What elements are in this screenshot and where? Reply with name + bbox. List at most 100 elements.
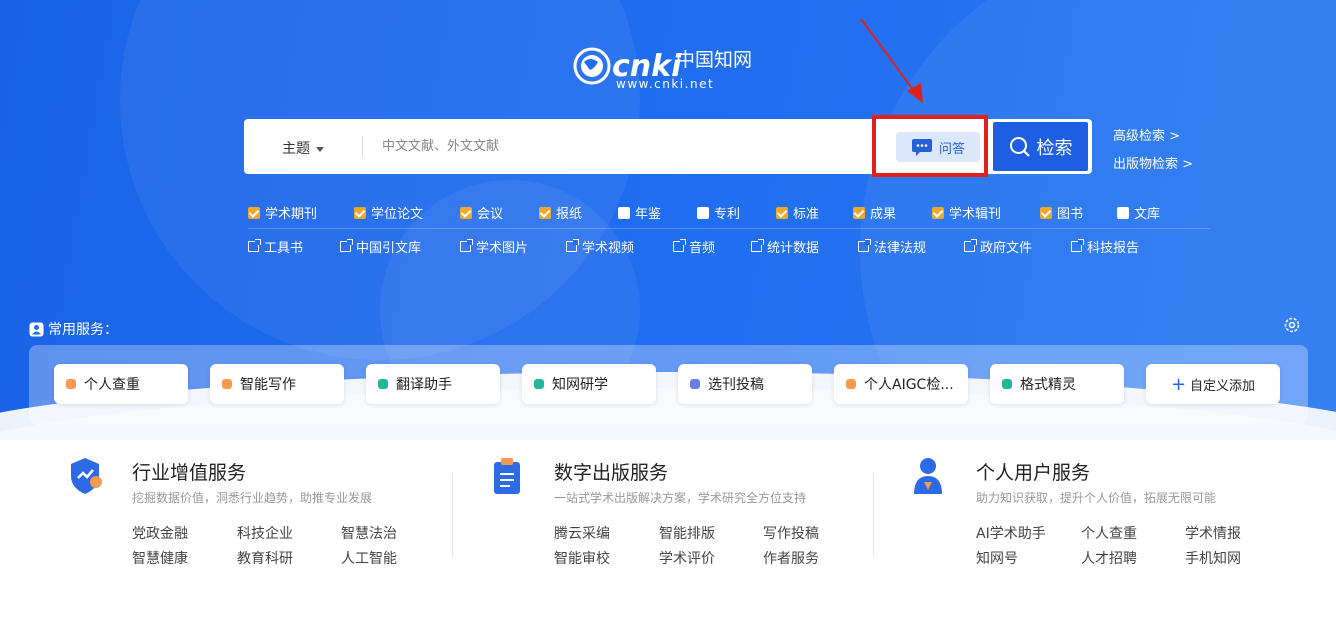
checkbox-icon [1117,206,1129,219]
db-checkbox[interactable]: 报纸 [539,203,618,222]
external-link-icon [751,239,764,252]
qa-button[interactable]: 问答 [896,132,980,162]
db-checkbox[interactable]: 图书 [1040,203,1117,222]
field-selector-label: 主题 [282,141,310,157]
resource-link[interactable]: 科技报告 [1071,237,1171,256]
divider [248,228,1210,229]
external-link-icon [566,239,579,252]
service-icon [1002,379,1012,389]
checkbox-icon [776,206,788,219]
section-link[interactable]: 学术情报 [1185,523,1241,543]
section-subtitle: 助力知识获取，提升个人价值，拓展无限可能 [976,491,1217,505]
section-link[interactable]: 学术评价 [659,548,715,568]
section-link[interactable]: 写作投稿 [763,523,819,543]
resource-link[interactable]: 中国引文库 [340,237,460,256]
checkbox-icon [697,206,709,219]
service-icon [690,379,700,389]
service-icon [222,379,232,389]
svg-text:www.cnki.net: www.cnki.net [616,77,714,91]
db-checkbox[interactable]: 成果 [853,203,932,222]
external-link-icon [858,239,871,252]
svg-text:中国知网: 中国知网 [676,49,752,71]
section-link[interactable]: 腾云采编 [554,523,610,543]
document-icon [494,458,520,494]
resource-link[interactable]: 学术图片 [460,237,566,256]
annotation-arrow-icon [860,18,923,103]
service-icon [378,379,388,389]
section-title: 行业增值服务 [132,462,247,484]
resource-link[interactable]: 统计数据 [751,237,858,256]
section-link[interactable]: 智慧健康 [132,548,188,568]
db-checkbox[interactable]: 会议 [460,203,539,222]
service-icon [66,379,76,389]
service-card[interactable]: 格式精灵 [990,364,1124,404]
checkbox-icon [932,206,944,219]
section-title: 个人用户服务 [976,462,1091,484]
external-link-icon [1071,239,1084,252]
qa-label: 问答 [938,141,965,157]
chat-bubble-icon [911,139,932,156]
plus-icon: + [1170,373,1187,395]
advanced-search-link[interactable]: 高级检索 > [1113,125,1180,144]
search-input[interactable] [382,127,852,165]
section-link[interactable]: 智能排版 [659,523,715,543]
shield-chart-icon [71,458,102,494]
resource-link[interactable]: 法律法规 [858,237,964,256]
section-subtitle: 挖掘数据价值，洞悉行业趋势，助推专业发展 [132,491,373,505]
resource-link[interactable]: 工具书 [248,237,340,256]
chevron-down-icon [316,146,324,152]
common-services-title: 常用服务： [29,319,118,339]
db-checkbox[interactable]: 学术期刊 [248,203,354,222]
divider [362,136,363,158]
section-link[interactable]: 知网号 [976,548,1018,568]
search-bar: 主题 问答 检索 [244,115,1092,177]
section-link[interactable]: 人工智能 [341,548,397,568]
section-link[interactable]: 人才招聘 [1081,548,1137,568]
service-card[interactable]: 个人查重 [54,364,188,404]
section-link[interactable]: 智能审校 [554,548,610,568]
db-checkbox[interactable]: 学位论文 [354,203,460,222]
checkbox-icon [539,206,551,219]
service-card[interactable]: 智能写作 [210,364,344,404]
service-card[interactable]: 个人AIGC检... [834,364,968,404]
resource-link[interactable]: 政府文件 [964,237,1071,256]
field-selector[interactable]: 主题 [282,138,324,158]
service-icon [846,379,856,389]
section-link[interactable]: 作者服务 [763,548,819,568]
checkbox-icon [1040,206,1052,219]
search-button[interactable]: 检索 [991,120,1090,173]
service-card[interactable]: 知网研学 [522,364,656,404]
database-filter-row: 学术期刊 学位论文 会议 报纸 年鉴 专利 标准 成果 学术辑刊 图书 文库 [248,203,1187,222]
db-checkbox[interactable]: 学术辑刊 [932,203,1040,222]
section-link[interactable]: 党政金融 [132,523,188,543]
service-card[interactable]: 选刊投稿 [678,364,812,404]
section-link[interactable]: 智慧法治 [341,523,397,543]
db-checkbox[interactable]: 标准 [776,203,853,222]
section-link[interactable]: 手机知网 [1185,548,1241,568]
checkbox-icon [354,206,366,219]
service-icon [534,379,544,389]
checkbox-icon [248,206,260,219]
checkbox-icon [460,206,472,219]
external-link-icon [673,239,686,252]
user-icon [29,322,44,336]
service-card[interactable]: 翻译助手 [366,364,500,404]
cnki-logo[interactable]: cnki 中国知网 www.cnki.net [572,42,772,92]
db-checkbox[interactable]: 年鉴 [618,203,697,222]
checkbox-icon [618,206,630,219]
gear-icon[interactable] [1283,316,1301,334]
section-link[interactable]: AI学术助手 [976,523,1046,543]
external-link-icon [340,239,353,252]
divider [873,473,874,558]
db-checkbox[interactable]: 专利 [697,203,776,222]
person-icon [914,458,942,494]
section-link[interactable]: 个人查重 [1081,523,1137,543]
section-title: 数字出版服务 [554,462,669,484]
db-checkbox[interactable]: 文库 [1117,203,1187,222]
publication-search-link[interactable]: 出版物检索 > [1113,153,1193,172]
section-link[interactable]: 科技企业 [237,523,293,543]
section-link[interactable]: 教育科研 [237,548,293,568]
add-service-button[interactable]: + 自定义添加 [1146,364,1280,404]
resource-link[interactable]: 学术视频 [566,237,673,256]
resource-link[interactable]: 音频 [673,237,751,256]
